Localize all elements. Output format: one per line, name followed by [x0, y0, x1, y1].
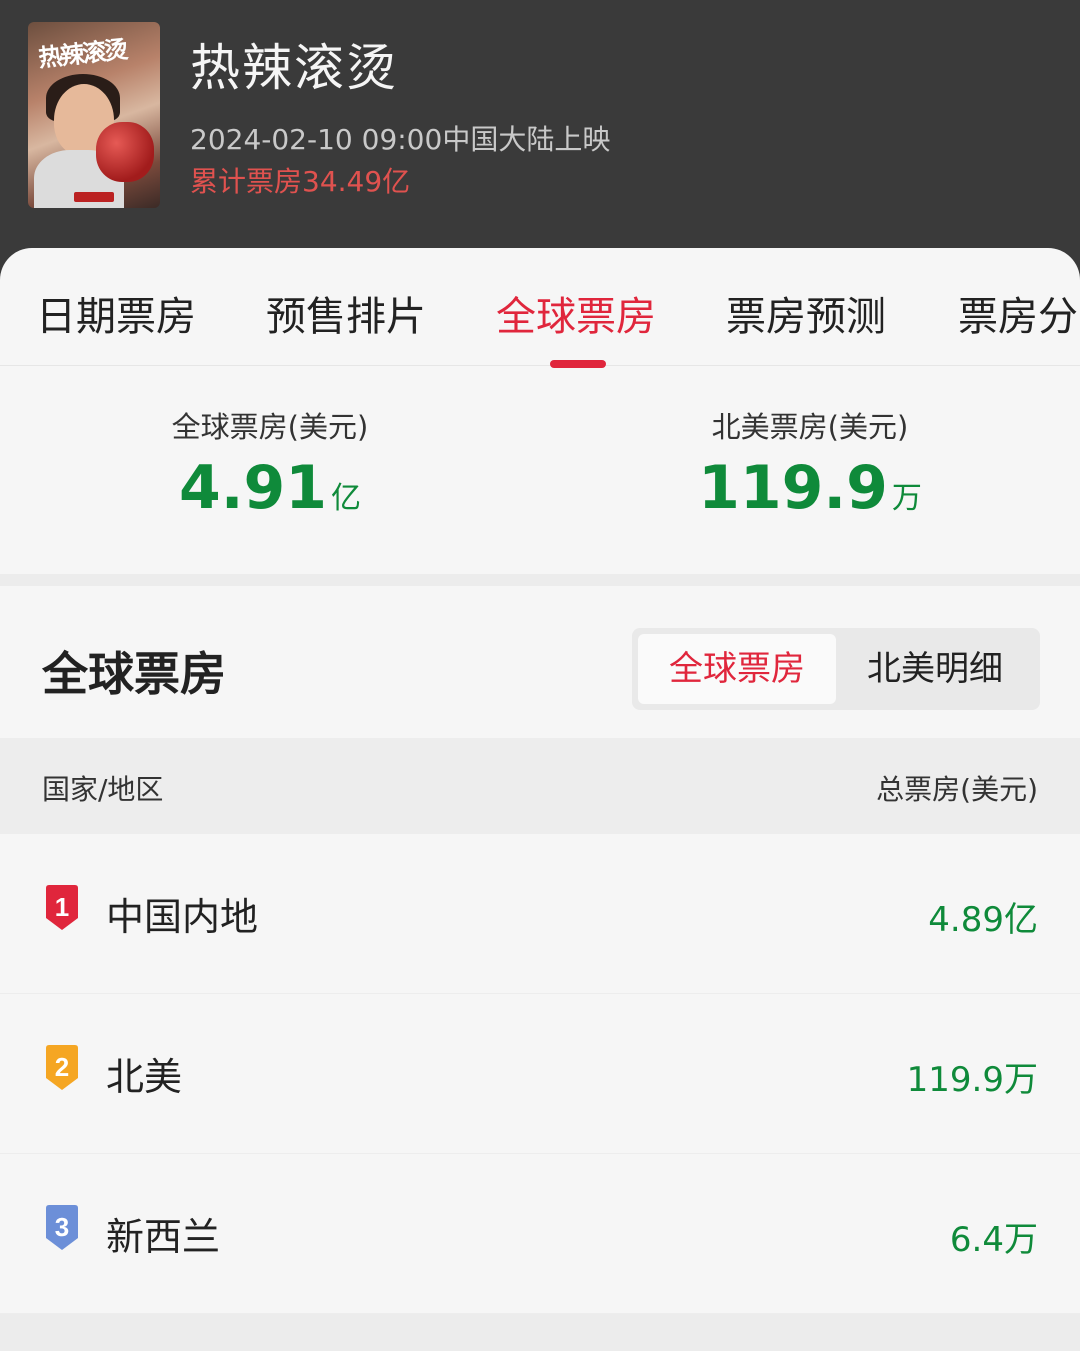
region-total: 119.9万 [906, 1060, 1038, 1100]
column-region: 国家/地区 [42, 773, 164, 806]
movie-title: 热辣滚烫 [190, 39, 398, 97]
stat-north-america: 北美票房(美元) 119.9 万 [610, 404, 1010, 518]
table-row[interactable]: 3 新西兰 6.4万 [0, 1154, 1080, 1314]
stat-global: 全球票房(美元) 4.91 亿 [70, 404, 470, 518]
tab-presale-schedule[interactable]: 预售排片 [266, 284, 426, 342]
release-info: 2024-02-10 09:00中国大陆上映 [190, 123, 611, 156]
section-divider [0, 574, 1080, 586]
bottom-spacer [0, 1314, 1080, 1351]
tab-box-office-forecast[interactable]: 票房预测 [726, 284, 886, 342]
section-title: 全球票房 [42, 647, 226, 701]
region-total: 4.89亿 [928, 900, 1038, 940]
stat-north-america-label: 北美票房(美元) [711, 410, 909, 444]
rank-2-badge-icon: 2 [46, 1045, 78, 1090]
table-header: 国家/地区 总票房(美元) [0, 738, 1080, 834]
toggle-north-america-detail[interactable]: 北美明细 [836, 634, 1034, 704]
region-name: 新西兰 [106, 1215, 221, 1259]
rank-badge-number: 3 [55, 1212, 69, 1242]
rank-badge-number: 2 [55, 1052, 69, 1082]
toggle-global[interactable]: 全球票房 [638, 634, 836, 704]
region-name: 中国内地 [106, 895, 259, 939]
table-row[interactable]: 2 北美 119.9万 [0, 994, 1080, 1154]
table-row[interactable]: 1 中国内地 4.89亿 [0, 834, 1080, 994]
movie-poster[interactable]: 热辣滚烫 [28, 22, 160, 208]
summary-stats: 全球票房(美元) 4.91 亿 北美票房(美元) 119.9 万 [0, 366, 1080, 574]
poster-title: 热辣滚烫 [36, 34, 128, 73]
stat-global-value: 4.91 亿 [178, 453, 362, 523]
tab-global-box-office[interactable]: 全球票房 [496, 284, 656, 342]
view-toggle: 全球票房 北美明细 [632, 628, 1040, 710]
tab-daily-box-office[interactable]: 日期票房 [36, 284, 196, 342]
rank-3-badge-icon: 3 [46, 1205, 78, 1250]
rank-1-badge-icon: 1 [46, 885, 78, 930]
column-total: 总票房(美元) [876, 773, 1038, 806]
boxing-glove-icon [96, 122, 154, 182]
poster-badge [74, 192, 114, 202]
stat-global-label: 全球票房(美元) [171, 410, 369, 444]
box-office-card: 日期票房 预售排片 全球票房 票房预测 票房分 全球票房(美元) 4.91 亿 北… [0, 248, 1080, 1351]
region-name: 北美 [106, 1055, 183, 1099]
tab-box-office-analysis[interactable]: 票房分 [958, 284, 1078, 342]
tab-bar: 日期票房 预售排片 全球票房 票房预测 票房分 [0, 248, 1080, 368]
stat-north-america-value: 119.9 万 [698, 453, 922, 523]
rank-badge-number: 1 [55, 892, 69, 922]
region-total: 6.4万 [949, 1220, 1038, 1260]
cumulative-box-office: 累计票房34.49亿 [190, 165, 411, 198]
